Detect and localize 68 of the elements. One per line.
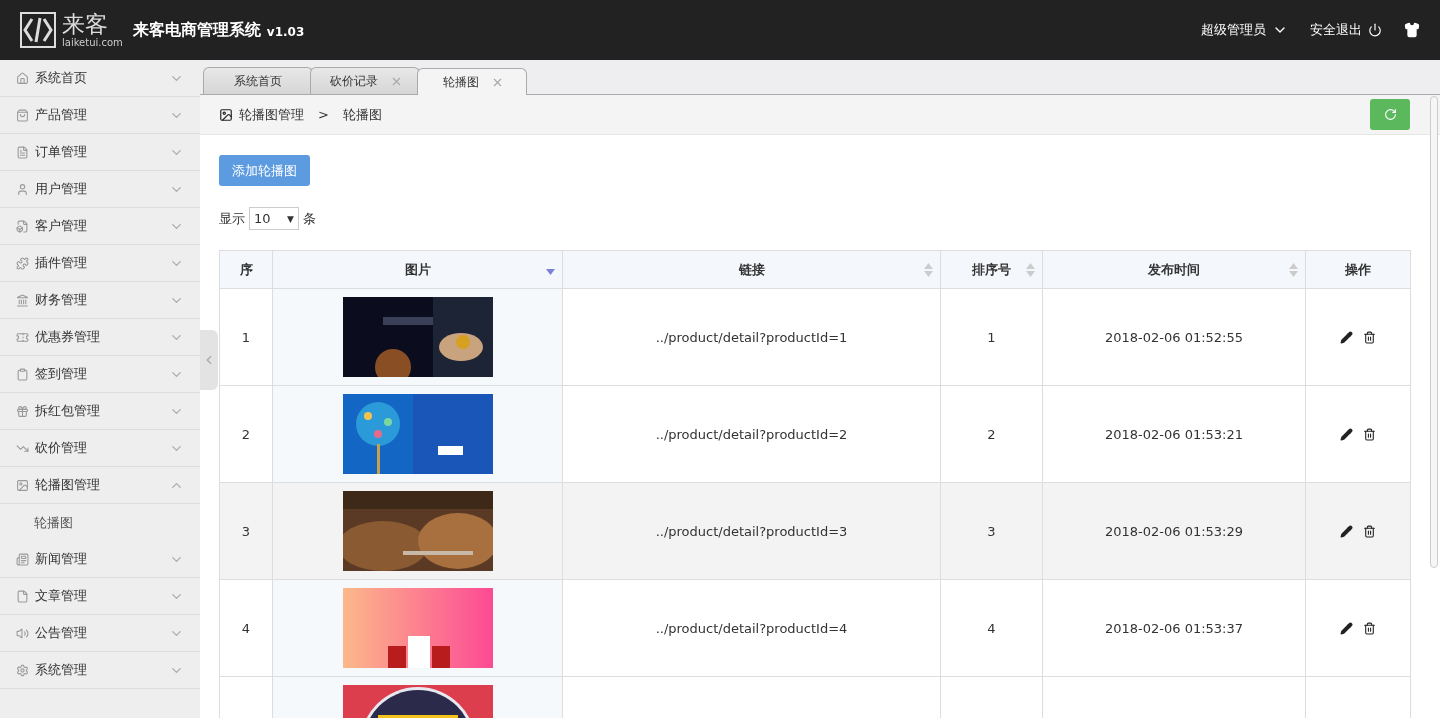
home-icon xyxy=(16,71,29,85)
table-cell: 3 xyxy=(987,523,996,539)
page-size-unit: 条 xyxy=(303,209,316,228)
table-cell: 4 xyxy=(241,620,251,636)
tab[interactable]: 砍价记录 xyxy=(310,67,420,94)
trash-icon[interactable] xyxy=(1363,621,1376,635)
edit-icon[interactable] xyxy=(1340,330,1353,344)
trash-icon[interactable] xyxy=(1363,330,1376,344)
edit-icon[interactable] xyxy=(1340,524,1353,538)
bank-icon xyxy=(16,293,29,307)
version-label: v1.03 xyxy=(266,24,305,39)
breadcrumb-separator: > xyxy=(318,107,329,122)
speaker-icon xyxy=(16,626,29,640)
sidebar-subitem[interactable]: 轮播图 xyxy=(0,504,200,541)
table-cell: 1 xyxy=(987,329,996,345)
bag-icon xyxy=(16,108,29,122)
table-cell: ../product/detail?productId=4 xyxy=(655,620,848,636)
breadcrumb-item: 轮播图 xyxy=(342,105,382,124)
column-header[interactable]: 图片 xyxy=(272,250,563,289)
table-cell: 2018-02-06 01:52:55 xyxy=(1104,329,1244,345)
image-icon xyxy=(16,478,29,492)
logout-link[interactable]: 安全退出 xyxy=(1310,21,1382,39)
tab[interactable]: 轮播图 xyxy=(417,68,527,95)
table-cell: 2018-02-06 01:53:21 xyxy=(1104,426,1244,442)
column-header[interactable]: 排序号 xyxy=(940,250,1043,289)
power-icon xyxy=(1368,23,1382,37)
shirt-icon[interactable] xyxy=(1404,22,1420,38)
column-header: 序 xyxy=(219,250,273,289)
table-cell: 3 xyxy=(241,523,251,539)
table-cell: 2018-02-06 01:53:37 xyxy=(1104,620,1244,636)
column-header[interactable]: 发布时间 xyxy=(1042,250,1306,289)
file-icon xyxy=(16,219,29,233)
page-size-label: 显示 xyxy=(219,209,245,228)
image-icon xyxy=(219,107,233,122)
table-cell: 4 xyxy=(987,620,996,636)
table-cell: 2 xyxy=(241,426,251,442)
table-cell: 1 xyxy=(241,329,251,345)
logo-domain: laiketui.com xyxy=(62,37,123,48)
newspaper-icon xyxy=(16,552,29,566)
file-icon xyxy=(16,589,29,603)
ticket-icon xyxy=(16,330,29,344)
page-size-select[interactable]: 10 ▼ xyxy=(249,207,299,230)
settings-icon xyxy=(16,663,29,677)
trash-icon[interactable] xyxy=(1363,524,1376,538)
table-cell: ../product/detail?productId=3 xyxy=(655,523,848,539)
scrollbar[interactable] xyxy=(1430,96,1438,568)
trash-icon[interactable] xyxy=(1363,427,1376,441)
table-cell: 2 xyxy=(987,426,996,442)
table-cell: ../product/detail?productId=1 xyxy=(655,329,848,345)
collapse-handle[interactable] xyxy=(200,330,218,390)
puzzle-icon xyxy=(16,256,29,270)
gift-icon xyxy=(16,404,29,418)
user-icon xyxy=(16,182,29,196)
column-header: 操作 xyxy=(1305,250,1411,289)
table-cell: ../product/detail?productId=2 xyxy=(655,426,848,442)
column-header[interactable]: 链接 xyxy=(562,250,941,289)
tab[interactable]: 系统首页 xyxy=(203,67,313,94)
clipboard-icon xyxy=(16,367,29,381)
edit-icon[interactable] xyxy=(1340,427,1353,441)
breadcrumb-item[interactable]: 轮播图管理 xyxy=(239,105,304,124)
logo-text: 来客 xyxy=(62,12,109,36)
document-icon xyxy=(16,145,29,159)
app-title: 来客电商管理系统 xyxy=(132,19,261,41)
refresh-icon xyxy=(1383,108,1397,121)
user-menu[interactable]: 超级管理员 xyxy=(1201,21,1288,39)
edit-icon[interactable] xyxy=(1340,621,1353,635)
logo-icon xyxy=(20,12,56,48)
table-cell: 2018-02-06 01:53:29 xyxy=(1104,523,1244,539)
